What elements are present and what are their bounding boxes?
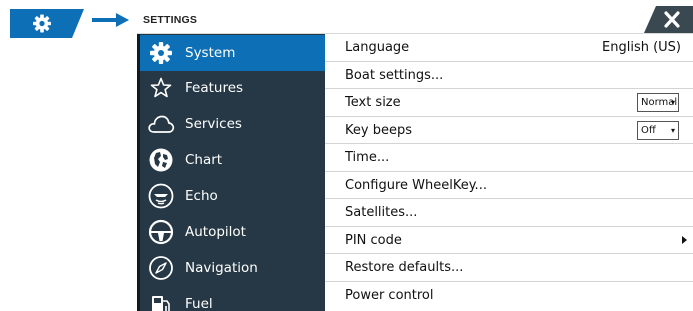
settings-sidebar: System Features Services Chart Echo Auto… — [137, 34, 325, 311]
sidebar-item-label: Chart — [185, 152, 223, 168]
sidebar-item-features[interactable]: Features — [140, 70, 325, 106]
screen: SETTINGS System Features Services Chart … — [0, 0, 693, 311]
setting-row-pin-code[interactable]: PIN code — [325, 227, 693, 254]
setting-row-key-beeps[interactable]: Key beeps Off ▾ — [325, 117, 693, 144]
settings-panel: SETTINGS System Features Services Chart … — [137, 6, 693, 311]
fuel-pump-icon — [146, 290, 176, 311]
setting-row-power-control[interactable]: Power control — [325, 282, 693, 310]
setting-label: PIN code — [345, 232, 402, 248]
dropdown-arrow-icon: ▾ — [670, 98, 675, 107]
sidebar-item-label: Features — [185, 80, 244, 96]
sidebar-item-label: Fuel — [185, 296, 213, 311]
sidebar-item-label: Navigation — [185, 260, 258, 276]
chart-globe-icon — [146, 146, 176, 174]
panel-title: SETTINGS — [143, 14, 198, 26]
gear-icon — [146, 39, 176, 67]
compass-icon — [146, 254, 176, 282]
dropdown-arrow-icon: ▾ — [670, 125, 675, 135]
close-button[interactable] — [644, 6, 693, 33]
setting-label: Text size — [345, 95, 401, 110]
setting-label: Language — [345, 40, 410, 55]
setting-label: Configure WheelKey... — [345, 177, 487, 193]
star-icon — [146, 74, 176, 102]
sidebar-item-label: Services — [185, 116, 242, 132]
settings-tab[interactable] — [10, 9, 84, 38]
settings-list: Language English (US) Boat settings... T… — [325, 34, 693, 311]
select-value: Off — [641, 124, 656, 136]
setting-row-satellites[interactable]: Satellites... — [325, 199, 693, 227]
setting-label: Restore defaults... — [345, 260, 464, 275]
setting-row-boat-settings[interactable]: Boat settings... — [325, 62, 693, 89]
setting-value: English (US) — [602, 40, 681, 55]
setting-row-configure-wheelkey[interactable]: Configure WheelKey... — [325, 172, 693, 199]
setting-label: Key beeps — [345, 122, 412, 138]
sidebar-item-system[interactable]: System — [140, 35, 325, 71]
chevron-right-icon — [682, 235, 687, 244]
setting-label: Satellites... — [345, 205, 418, 220]
sidebar-item-echo[interactable]: Echo — [140, 178, 325, 214]
pointer-arrow-icon — [92, 12, 130, 33]
echo-sonar-icon — [146, 182, 176, 210]
setting-row-text-size[interactable]: Text size Normal ▾ — [325, 89, 693, 117]
setting-label: Time... — [345, 150, 390, 165]
sidebar-item-chart[interactable]: Chart — [140, 142, 325, 178]
sidebar-item-services[interactable]: Services — [140, 106, 325, 142]
sidebar-item-navigation[interactable]: Navigation — [140, 250, 325, 286]
key-beeps-select[interactable]: Off ▾ — [637, 120, 679, 140]
sidebar-item-label: Echo — [185, 188, 218, 204]
sidebar-item-label: Autopilot — [185, 224, 246, 240]
cloud-icon — [146, 110, 176, 138]
settings-titlebar: SETTINGS — [137, 6, 693, 34]
sidebar-item-autopilot[interactable]: Autopilot — [140, 214, 325, 250]
sidebar-item-label: System — [185, 45, 236, 61]
setting-row-language[interactable]: Language English (US) — [325, 34, 693, 62]
setting-row-time[interactable]: Time... — [325, 144, 693, 172]
steering-wheel-icon — [146, 218, 176, 246]
setting-label: Power control — [345, 287, 434, 303]
text-size-select[interactable]: Normal ▾ — [637, 93, 679, 112]
sidebar-item-fuel[interactable]: Fuel — [140, 286, 325, 311]
setting-label: Boat settings... — [345, 67, 444, 83]
setting-row-restore-defaults[interactable]: Restore defaults... — [325, 254, 693, 282]
